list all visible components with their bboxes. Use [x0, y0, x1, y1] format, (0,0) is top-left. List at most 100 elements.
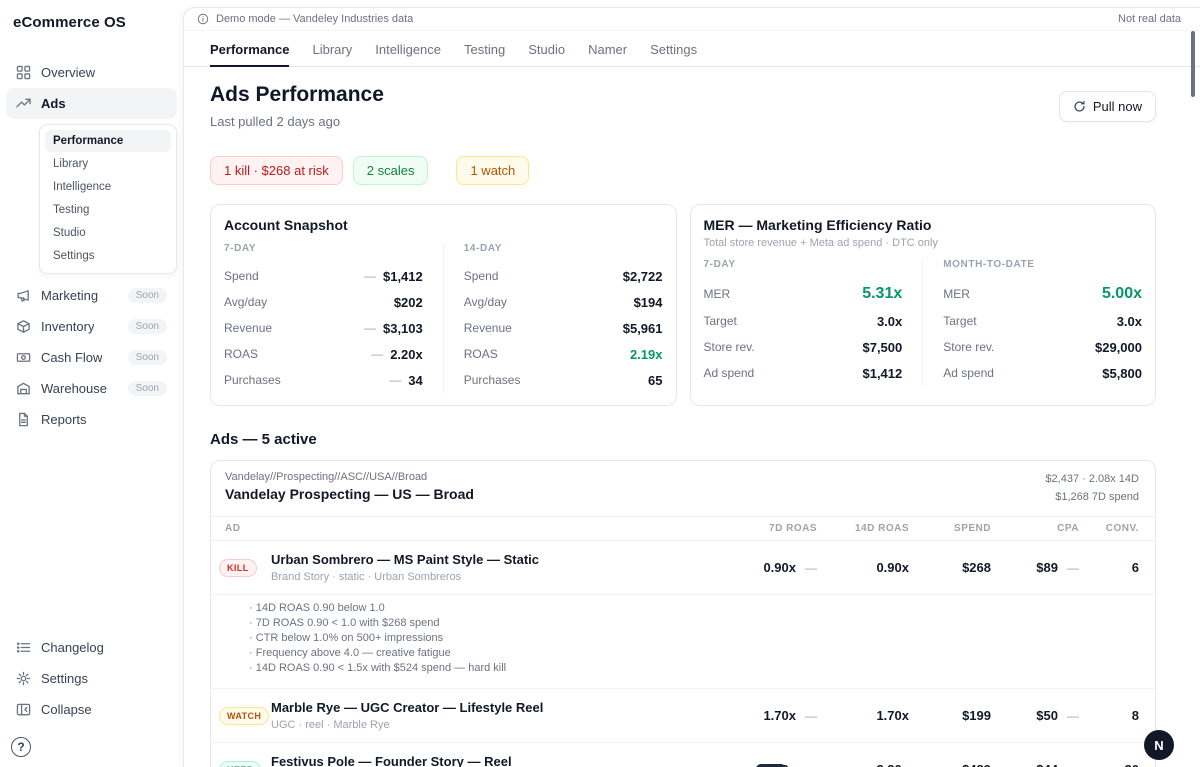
- ads-table-header: AD 7D ROAS 14D ROAS SPEND CPA CONV.: [211, 517, 1155, 542]
- table-row-watch[interactable]: WATCH Marble Rye — UGC Creator — Lifesty…: [211, 688, 1155, 742]
- page-title: Ads Performance: [210, 83, 384, 106]
- mer-columns: 7-DAY MER 5.31x Target 3.0x Store rev. $7,5…: [704, 259, 1142, 386]
- trend-dash: —: [1067, 561, 1079, 576]
- tab-intelligence[interactable]: Intelligence: [375, 31, 441, 67]
- sidebar: eCommerce OS Overview Ads Performance Li…: [0, 0, 183, 767]
- trend-dash: —: [389, 373, 402, 387]
- kill-badge[interactable]: KILL: [219, 558, 257, 577]
- tab-library[interactable]: Library: [312, 31, 352, 67]
- ad-subtitle: UGC · reel · Marble Rye: [271, 719, 390, 732]
- column-header: 7-DAY: [703, 259, 736, 270]
- sidebar-item-warehouse[interactable]: Warehouse Soon: [6, 373, 177, 404]
- scroll-content: Ads Performance Last pulled 2 days ago P…: [184, 67, 1200, 767]
- vertical-scrollbar-thumb[interactable]: [1191, 31, 1195, 97]
- campaign-name: Vandelay Prospecting — US — Broad: [225, 486, 474, 502]
- sidebar-item-cash-flow[interactable]: Cash Flow Soon: [6, 342, 177, 373]
- stat-row: Purchases —34: [224, 372, 423, 388]
- cell-spend: $199: [962, 708, 991, 724]
- snapshot-columns: 7-DAY Spend — $1,412 Avg/day $202 Revenue — $…: [224, 243, 663, 393]
- sidebar-item-inventory[interactable]: Inventory Soon: [6, 311, 177, 342]
- column-header: 7-DAY: [224, 243, 257, 254]
- submenu-item-intelligence[interactable]: Intelligence: [45, 176, 171, 198]
- submenu-item-settings[interactable]: Settings: [45, 245, 171, 267]
- tab-performance[interactable]: Performance: [210, 31, 290, 67]
- table-row-kill[interactable]: KILL Urban Sombrero — MS Paint Style — S…: [211, 541, 1155, 594]
- tab-namer[interactable]: Namer: [588, 31, 627, 67]
- ad-subtitle: Brand Story · static · Urban Sombreros: [271, 571, 462, 584]
- cell-cpa: $50—: [1036, 708, 1079, 724]
- sidebar-item-label: Cash Flow: [41, 350, 103, 365]
- sidebar-item-marketing[interactable]: Marketing Soon: [6, 280, 177, 311]
- submenu-item-library[interactable]: Library: [45, 153, 171, 175]
- sidebar-item-collapse[interactable]: Collapse: [6, 694, 177, 725]
- sidebar-item-label: Inventory: [41, 319, 95, 334]
- stat-row: Target 3.0x: [943, 313, 1142, 329]
- mer-subtitle: Total store revenue + Meta ad spend · DT…: [703, 237, 938, 249]
- collapse-panel-icon: [16, 702, 31, 717]
- submenu-item-testing[interactable]: Testing: [45, 199, 171, 221]
- vertical-divider: [442, 243, 444, 393]
- sidebar-item-reports[interactable]: Reports: [6, 404, 177, 435]
- trend-dash: —: [1067, 763, 1079, 767]
- page-title-block: Ads Performance Last pulled 2 days ago: [210, 83, 384, 129]
- sidebar-nav: Overview Ads Performance Library Intelli…: [6, 57, 177, 435]
- main-panel: Demo mode — Vandeley Industries data Not…: [183, 7, 1200, 767]
- cell-conv: 20: [1079, 762, 1139, 767]
- sidebar-item-overview[interactable]: Overview: [6, 57, 177, 88]
- stat-row: Avg/day $194: [463, 294, 663, 310]
- tab-testing[interactable]: Testing: [464, 31, 505, 67]
- sidebar-item-label: Ads: [41, 96, 66, 111]
- submenu-item-performance[interactable]: Performance: [45, 130, 171, 152]
- vertical-divider: [922, 259, 924, 386]
- cell-conv: 8: [1131, 708, 1139, 724]
- summary-chips: 1 kill · $268 at risk 2 scales 1 watch: [210, 156, 1156, 185]
- col-header-7d-roas: 7D ROAS: [769, 523, 817, 535]
- campaign-stat-secondary: $1,268 7D spend: [1055, 490, 1139, 503]
- kill-risk-chip[interactable]: 1 kill · $268 at risk: [210, 156, 343, 185]
- mer-col-7day: 7-DAY MER 5.31x Target 3.0x Store rev. $7,5…: [704, 259, 903, 386]
- tab-studio[interactable]: Studio: [528, 31, 565, 67]
- help-button[interactable]: ?: [11, 737, 31, 757]
- scales-chip[interactable]: 2 scales: [352, 156, 429, 185]
- stat-row: Ad spend $1,412: [703, 365, 903, 381]
- sidebar-footer-nav: Changelog Settings Collapse: [6, 632, 177, 725]
- snapshot-col-7day: 7-DAY Spend — $1,412 Avg/day $202 Revenue — $…: [224, 243, 423, 393]
- snapshot-title: Account Snapshot: [224, 217, 348, 233]
- ads-submenu: Performance Library Intelligence Testing…: [39, 124, 177, 274]
- table-row-keep[interactable]: KEEP Festivus Pole — Founder Story — Ree…: [211, 742, 1155, 767]
- pull-now-button[interactable]: Pull now: [1058, 90, 1156, 122]
- cell-conv: 6: [1131, 560, 1139, 576]
- keep-badge[interactable]: KEEP: [219, 760, 262, 767]
- sidebar-item-label: Warehouse: [41, 381, 107, 396]
- campaign-stats: $2,437 · 2.08x 14D $1,268 7D spend: [1045, 471, 1139, 506]
- watch-badge[interactable]: WATCH: [219, 706, 270, 725]
- stat-row: Avg/day $202: [224, 294, 423, 310]
- watch-chip[interactable]: 1 watch: [456, 156, 530, 185]
- grid-icon: [16, 65, 31, 80]
- stat-row: Spend $2,722: [463, 268, 663, 284]
- campaign-stat-primary: $2,437 · 2.08x 14D: [1045, 473, 1139, 485]
- campaign-path: Vandelay//Prospecting//ASC//USA//Broad: [225, 471, 428, 483]
- sidebar-item-settings[interactable]: Settings: [6, 663, 177, 694]
- last-pulled-text: Last pulled 2 days ago: [210, 114, 341, 129]
- soon-badge: Soon: [127, 381, 167, 396]
- submenu-item-studio[interactable]: Studio: [45, 222, 171, 244]
- tab-settings[interactable]: Settings: [650, 31, 697, 67]
- demo-mode-banner: Demo mode — Vandeley Industries data Not…: [184, 8, 1200, 31]
- user-avatar[interactable]: N: [1144, 730, 1174, 760]
- stat-row: Store rev. $29,000: [943, 339, 1142, 355]
- document-icon: [16, 412, 31, 427]
- trend-dash: —: [363, 269, 376, 283]
- campaign-header[interactable]: Vandelay//Prospecting//ASC//USA//Broad V…: [211, 461, 1155, 518]
- cell-cpa: $89—: [1036, 560, 1079, 576]
- account-snapshot-panel: Account Snapshot 7-DAY Spend — $1,412 Avg/…: [210, 204, 677, 406]
- cell-spend: $489: [909, 762, 991, 767]
- sidebar-item-ads[interactable]: Ads: [6, 88, 177, 119]
- sidebar-item-label: Settings: [41, 671, 88, 686]
- stat-row: Store rev. $7,500: [703, 339, 903, 355]
- ad-title: Urban Sombrero — MS Paint Style — Static: [271, 552, 539, 568]
- sidebar-item-label: Collapse: [41, 702, 92, 717]
- trending-up-icon: [16, 96, 31, 111]
- sidebar-item-changelog[interactable]: Changelog: [6, 632, 177, 663]
- app-title: eCommerce OS: [13, 14, 126, 31]
